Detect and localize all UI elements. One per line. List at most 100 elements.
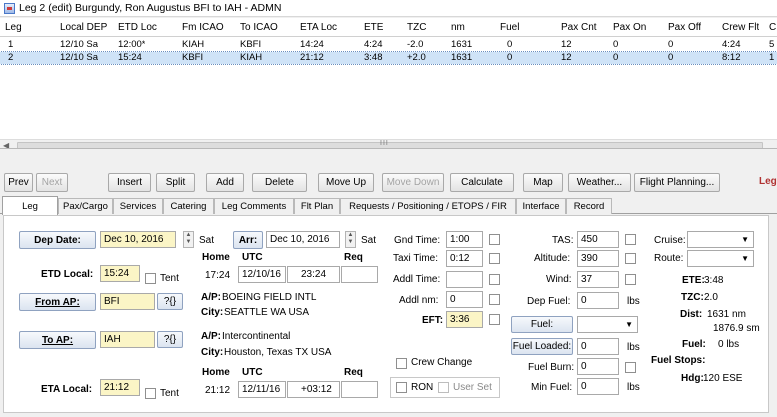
taxi-time-checkbox[interactable]: [489, 253, 500, 264]
split-button[interactable]: Split: [156, 173, 195, 192]
etd-local-field[interactable]: 15:24: [100, 265, 140, 282]
scrollbar-thumb[interactable]: III: [17, 140, 763, 148]
col-header-fuel[interactable]: Fuel: [500, 22, 519, 33]
flight-planning-button[interactable]: Flight Planning...: [634, 173, 720, 192]
to-ap-field[interactable]: IAH: [100, 331, 155, 348]
fuel-burn-checkbox[interactable]: [625, 362, 636, 373]
arr-utc-offset[interactable]: +03:12: [287, 381, 340, 398]
arr-ap-name: Intercontinental: [222, 331, 291, 342]
scroll-left-icon[interactable]: ◀: [3, 141, 9, 148]
to-ap-lookup-button[interactable]: ?{}: [157, 331, 183, 348]
to-ap-button[interactable]: To AP:: [19, 331, 96, 349]
dep-utc-time[interactable]: 23:24: [287, 266, 340, 283]
ron-checkbox[interactable]: [396, 382, 407, 393]
col-header-pax-on[interactable]: Pax On: [613, 22, 646, 33]
arr-button[interactable]: Arr:: [233, 231, 263, 249]
delete-button[interactable]: Delete: [252, 173, 307, 192]
fuel-dropdown[interactable]: ▼: [577, 316, 638, 333]
table-row[interactable]: 1 12/10 Sa 12:00* KIAH KBFI 14:24 4:24 -…: [0, 39, 777, 51]
dep-utc-date[interactable]: 12/10/16: [238, 266, 286, 283]
fuel-button[interactable]: Fuel:: [511, 316, 573, 333]
arr-req-field[interactable]: [341, 381, 378, 398]
prev-button[interactable]: Prev: [4, 173, 33, 192]
from-ap-field[interactable]: BFI: [100, 293, 155, 310]
move-up-button[interactable]: Move Up: [318, 173, 374, 192]
calculate-button[interactable]: Calculate: [450, 173, 514, 192]
col-header-ete[interactable]: ETE: [364, 22, 383, 33]
tab-flt-plan[interactable]: Flt Plan: [294, 198, 340, 214]
cruise-dropdown[interactable]: ▼: [687, 231, 754, 248]
col-header-etd-loc[interactable]: ETD Loc: [118, 22, 157, 33]
eta-local-field[interactable]: 21:12: [100, 379, 140, 396]
move-down-button[interactable]: Move Down: [382, 173, 444, 192]
altitude-checkbox[interactable]: [625, 253, 636, 264]
addl-time-field[interactable]: [446, 271, 483, 288]
col-header-eta-loc[interactable]: ETA Loc: [300, 22, 337, 33]
legs-grid[interactable]: Leg Local DEP ETD Loc Fm ICAO To ICAO ET…: [0, 18, 777, 149]
table-row-selected[interactable]: 2 12/10 Sa 15:24 KBFI KIAH 21:12 3:48 +2…: [0, 51, 777, 65]
col-header-fm-icao[interactable]: Fm ICAO: [182, 22, 224, 33]
insert-button[interactable]: Insert: [108, 173, 151, 192]
tas-field[interactable]: 450: [577, 231, 619, 248]
tab-record[interactable]: Record: [566, 198, 612, 214]
col-header-tzc[interactable]: TZC: [407, 22, 426, 33]
addl-time-checkbox[interactable]: [489, 274, 500, 285]
tab-leg[interactable]: Leg: [2, 196, 58, 215]
gnd-time-checkbox[interactable]: [489, 234, 500, 245]
eft-checkbox[interactable]: [489, 314, 500, 325]
dep-date-button[interactable]: Dep Date:: [19, 231, 96, 249]
tab-services[interactable]: Services: [113, 198, 163, 214]
weather-button[interactable]: Weather...: [568, 173, 631, 192]
tas-checkbox[interactable]: [625, 234, 636, 245]
gnd-time-field[interactable]: 1:00: [446, 231, 483, 248]
crew-change-checkbox[interactable]: [396, 358, 407, 369]
addl-nm-field[interactable]: 0: [446, 291, 483, 308]
route-dropdown[interactable]: ▼: [687, 250, 754, 267]
arr-utc-date[interactable]: 12/11/16: [238, 381, 286, 398]
col-header-crew-flt[interactable]: Crew Flt: [722, 22, 759, 33]
eft-field[interactable]: 3:36: [446, 311, 483, 328]
tab-catering[interactable]: Catering: [163, 198, 214, 214]
user-set-label: User Set: [453, 382, 492, 393]
dep-fuel-field[interactable]: 0: [577, 292, 619, 309]
tab-interface[interactable]: Interface: [516, 198, 566, 214]
col-header-to-icao[interactable]: To ICAO: [240, 22, 278, 33]
addl-nm-checkbox[interactable]: [489, 294, 500, 305]
etd-tent-checkbox[interactable]: [145, 273, 156, 284]
fuel-burn-field[interactable]: 0: [577, 358, 619, 375]
dep-date-field[interactable]: Dec 10, 2016: [100, 231, 176, 248]
tab-leg-comments[interactable]: Leg Comments: [214, 198, 294, 214]
map-button[interactable]: Map: [523, 173, 563, 192]
col-header-pax-off[interactable]: Pax Off: [668, 22, 701, 33]
table-cell: 0: [668, 52, 674, 63]
col-header-c[interactable]: C: [769, 22, 776, 33]
from-ap-lookup-button[interactable]: ?{}: [157, 293, 183, 310]
tzc-value: 2.0: [704, 292, 718, 303]
wind-field[interactable]: 37: [577, 271, 619, 288]
tab-requests[interactable]: Requests / Positioning / ETOPS / FIR: [340, 198, 516, 214]
col-header-nm[interactable]: nm: [451, 22, 465, 33]
wind-checkbox[interactable]: [625, 274, 636, 285]
from-ap-button[interactable]: From AP:: [19, 293, 96, 311]
tab-pax-cargo[interactable]: Pax/Cargo: [58, 198, 113, 214]
tzc-label: TZC:: [681, 292, 704, 303]
horizontal-scrollbar[interactable]: ◀ III: [0, 139, 777, 148]
add-button[interactable]: Add: [206, 173, 244, 192]
fuel-loaded-button[interactable]: Fuel Loaded:: [511, 338, 573, 355]
arr-date-spinner[interactable]: ▲ ▼: [345, 231, 356, 248]
fuel-loaded-field[interactable]: 0: [577, 338, 619, 355]
arr-date-field[interactable]: Dec 10, 2016: [266, 231, 340, 248]
dep-req-field[interactable]: [341, 266, 378, 283]
next-button[interactable]: Next: [36, 173, 68, 192]
user-set-checkbox[interactable]: [438, 382, 449, 393]
altitude-field[interactable]: 390: [577, 250, 619, 267]
col-header-pax-cnt[interactable]: Pax Cnt: [561, 22, 597, 33]
taxi-time-field[interactable]: 0:12: [446, 250, 483, 267]
min-fuel-field[interactable]: 0: [577, 378, 619, 395]
eta-tent-checkbox[interactable]: [145, 388, 156, 399]
col-header-leg[interactable]: Leg: [5, 22, 22, 33]
arr-day: Sat: [361, 235, 377, 246]
leg-toolbar: Prev Next Insert Split Add Delete Move U…: [0, 173, 777, 195]
dep-date-spinner[interactable]: ▲ ▼: [183, 231, 194, 248]
col-header-local-dep[interactable]: Local DEP: [60, 22, 107, 33]
